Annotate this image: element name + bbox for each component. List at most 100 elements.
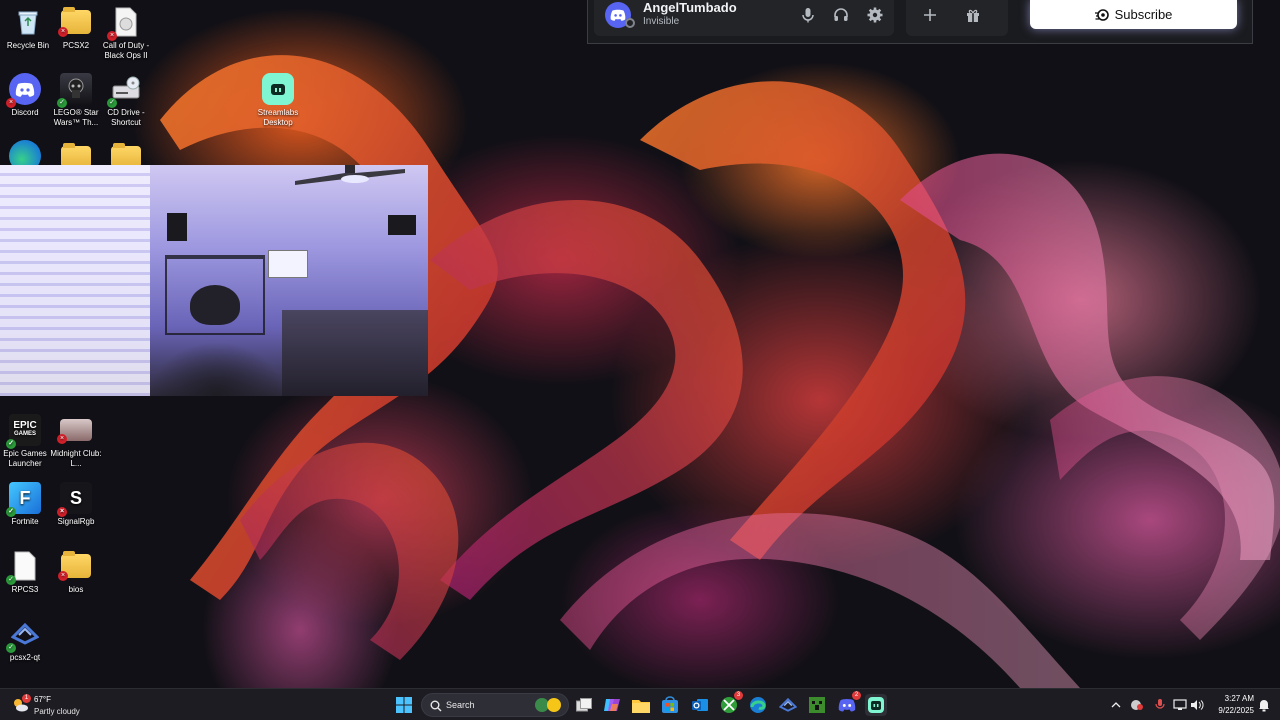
epic-games-icon: EPIC GAMES ✓ bbox=[6, 414, 41, 449]
task-view-icon bbox=[576, 698, 592, 712]
task-view-button[interactable] bbox=[573, 694, 595, 716]
discord-tools bbox=[906, 0, 1008, 36]
partly-cloudy-icon: 1 bbox=[12, 694, 31, 713]
settings-button[interactable] bbox=[864, 4, 886, 26]
copilot-button[interactable] bbox=[601, 694, 623, 716]
window-blinds bbox=[0, 165, 150, 396]
xbox-badge: 3 bbox=[734, 691, 743, 700]
clock[interactable]: 3:27 AM 9/22/2025 bbox=[1210, 693, 1254, 717]
chevron-up-icon bbox=[1111, 702, 1121, 708]
recycle-bin-icon bbox=[12, 6, 44, 38]
desktop-icon-pcsx2-qt[interactable]: ✓ pcsx2-qt bbox=[0, 618, 53, 663]
gift-button[interactable] bbox=[962, 4, 984, 26]
microsoft-store-icon bbox=[662, 696, 678, 713]
windows-icon bbox=[396, 697, 412, 713]
desktop-icon-bios-folder[interactable]: × bios bbox=[48, 550, 104, 595]
clock-date: 9/22/2025 bbox=[1218, 706, 1254, 715]
desktop-icon-rpcs3[interactable]: ✓ RPCS3 bbox=[0, 550, 53, 595]
discord-icon bbox=[838, 699, 856, 712]
start-button[interactable] bbox=[393, 694, 415, 716]
subscribe-button[interactable]: Subscribe bbox=[1030, 0, 1237, 29]
volume-button[interactable] bbox=[1188, 694, 1206, 716]
headphones-icon bbox=[834, 8, 848, 21]
midnight-club-icon: × bbox=[57, 419, 92, 444]
microsoft-store-button[interactable] bbox=[659, 694, 681, 716]
outlook-icon bbox=[692, 699, 708, 711]
notifications-button[interactable] bbox=[1256, 694, 1272, 716]
discord-badge: 2 bbox=[852, 691, 861, 700]
bed bbox=[282, 310, 428, 396]
desktop-icon-fortnite[interactable]: F ✓ Fortnite bbox=[0, 482, 53, 527]
edge-button[interactable] bbox=[747, 694, 769, 716]
search-placeholder: Search bbox=[446, 700, 475, 710]
tray-app-button[interactable] bbox=[1128, 694, 1146, 716]
nitro-icon bbox=[1094, 8, 1109, 21]
minecraft-icon bbox=[809, 697, 825, 713]
mute-button[interactable] bbox=[797, 4, 819, 26]
folder-icon: × bbox=[58, 7, 91, 37]
microphone-icon bbox=[802, 8, 814, 23]
xbox-button[interactable]: 3 bbox=[718, 691, 743, 716]
taskbar-search[interactable]: Search bbox=[421, 693, 569, 717]
ok-badge-icon: ✓ bbox=[6, 575, 16, 585]
pcsx2-taskbar-button[interactable] bbox=[777, 694, 799, 716]
desktop-icon-label: Discord bbox=[11, 108, 39, 117]
add-button[interactable] bbox=[919, 4, 941, 26]
desktop-icon-lego-star-wars[interactable]: ✓ LEGO® Star Wars™ Th... bbox=[48, 73, 104, 128]
ceiling-fan bbox=[295, 165, 405, 185]
network-icon bbox=[1173, 699, 1187, 710]
outlook-button[interactable] bbox=[689, 694, 711, 716]
pcsx2-icon: ✓ bbox=[6, 618, 41, 653]
file-icon: × bbox=[107, 6, 142, 41]
desktop-icon-call-of-duty[interactable]: × Call of Duty - Black Ops II bbox=[98, 6, 154, 61]
desktop-icon-label: CD Drive - Shortcut bbox=[107, 108, 145, 127]
desktop-icon-label: bios bbox=[68, 585, 84, 594]
subscribe-label: Subscribe bbox=[1114, 7, 1173, 22]
deafen-button[interactable] bbox=[830, 4, 852, 26]
desktop-icon-label: Midnight Club: L... bbox=[50, 449, 102, 468]
gear-icon bbox=[867, 7, 883, 23]
error-badge-icon: × bbox=[57, 507, 67, 517]
file-explorer-button[interactable] bbox=[630, 694, 652, 716]
desktop-icon-discord[interactable]: × Discord bbox=[0, 73, 53, 118]
ok-badge-icon: ✓ bbox=[57, 98, 67, 108]
search-highlight-icon bbox=[534, 697, 564, 713]
taskbar: 1 67°F Partly cloudy Search 3 2 3:27 AM … bbox=[0, 688, 1280, 720]
error-badge-icon: × bbox=[107, 31, 117, 41]
desktop-icon-epic-games[interactable]: EPIC GAMES ✓ Epic Games Launcher bbox=[0, 414, 53, 469]
streamlabs-tray-icon bbox=[1131, 700, 1143, 710]
microphone-tray-button[interactable] bbox=[1151, 694, 1169, 716]
desktop-icon-label: Call of Duty - Black Ops II bbox=[102, 41, 150, 60]
cd-drive-icon: ✓ bbox=[107, 73, 142, 108]
speaker bbox=[388, 215, 416, 235]
speaker bbox=[167, 213, 187, 241]
desktop-icon-pcsx2-folder[interactable]: × PCSX2 bbox=[48, 6, 104, 51]
signalrgb-icon: S × bbox=[57, 482, 92, 517]
file-explorer-icon bbox=[632, 699, 650, 713]
desktop-icon-midnight-club[interactable]: × Midnight Club: L... bbox=[48, 414, 104, 469]
lego-star-wars-icon: ✓ bbox=[57, 73, 92, 108]
error-badge-icon: × bbox=[58, 571, 68, 581]
desktop-icon-label: Epic Games Launcher bbox=[3, 449, 47, 468]
ok-badge-icon: ✓ bbox=[107, 98, 117, 108]
minecraft-button[interactable] bbox=[806, 694, 828, 716]
desktop-icon-streamlabs[interactable]: Streamlabs Desktop bbox=[250, 73, 306, 128]
desktop-icon-label: PCSX2 bbox=[62, 41, 90, 50]
file-icon: ✓ bbox=[6, 550, 41, 585]
weather-temperature: 67°F bbox=[34, 695, 51, 704]
network-button[interactable] bbox=[1171, 694, 1189, 716]
error-badge-icon: × bbox=[57, 434, 67, 444]
microphone-icon bbox=[1155, 699, 1165, 709]
desktop-icon-label: SignalRgb bbox=[57, 517, 95, 526]
discord-user-panel[interactable]: AngelTumbado Invisible bbox=[594, 0, 894, 36]
discord-taskbar-button[interactable]: 2 bbox=[836, 691, 861, 716]
copilot-icon bbox=[604, 699, 620, 711]
webcam-overlay bbox=[0, 165, 428, 396]
folder-icon: × bbox=[58, 551, 91, 581]
desktop-icon-signalrgb[interactable]: S × SignalRgb bbox=[48, 482, 104, 527]
desktop-icon-label: Fortnite bbox=[11, 517, 39, 526]
fortnite-icon: F ✓ bbox=[6, 482, 41, 517]
streamlabs-taskbar-button[interactable] bbox=[865, 694, 887, 716]
desktop-icon-cd-drive[interactable]: ✓ CD Drive - Shortcut bbox=[98, 73, 154, 128]
show-hidden-icons-button[interactable] bbox=[1107, 694, 1125, 716]
